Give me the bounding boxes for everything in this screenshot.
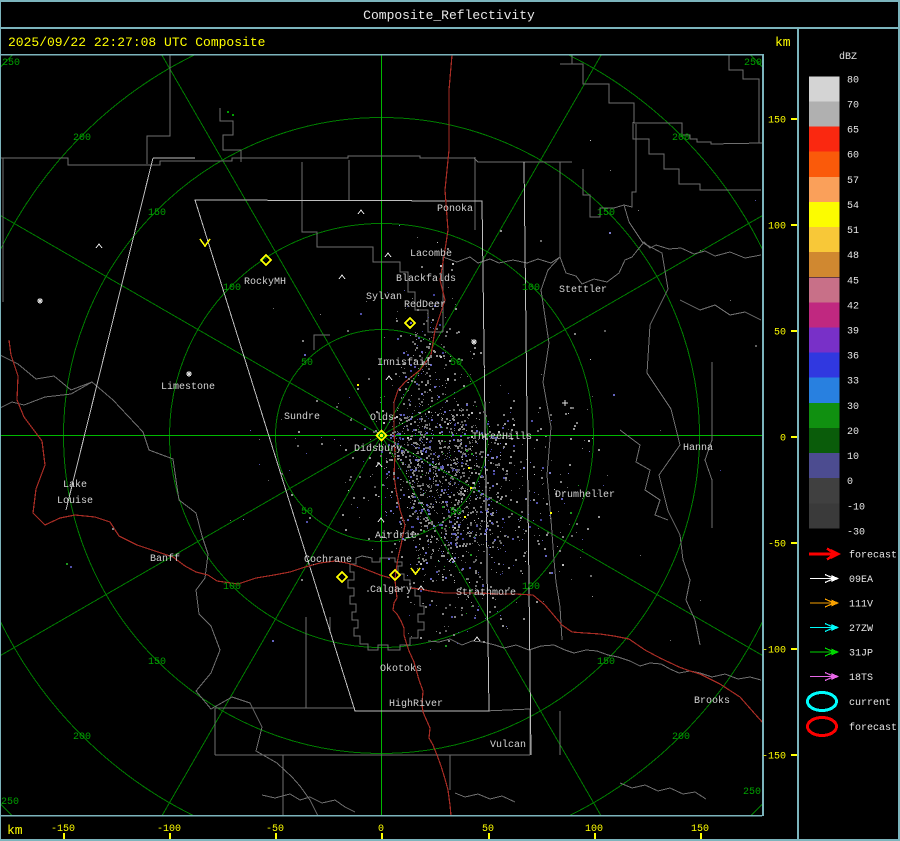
svg-text:150: 150: [148, 657, 166, 668]
svg-text:09EA: 09EA: [849, 575, 873, 586]
svg-text:150: 150: [768, 116, 786, 127]
svg-text:RedDeer: RedDeer: [404, 299, 446, 311]
svg-text:Sundre: Sundre: [284, 411, 320, 423]
svg-text:250: 250: [2, 58, 20, 69]
svg-text:250: 250: [744, 58, 762, 69]
svg-text:70: 70: [847, 100, 859, 111]
svg-text:Louise: Louise: [57, 495, 93, 507]
svg-text:Lake: Lake: [63, 479, 87, 491]
svg-text:RockyMH: RockyMH: [244, 276, 286, 288]
svg-text:Banff: Banff: [150, 553, 180, 565]
svg-text:50: 50: [450, 507, 462, 518]
svg-text:-150: -150: [762, 752, 786, 763]
svg-text:54: 54: [847, 201, 859, 212]
svg-text:-30: -30: [847, 528, 865, 539]
svg-text:Cochrane: Cochrane: [304, 554, 352, 566]
svg-text:forecast: forecast: [849, 550, 897, 562]
svg-text:65: 65: [847, 126, 859, 137]
svg-text:Limestone: Limestone: [161, 381, 215, 393]
svg-text:57: 57: [847, 176, 859, 187]
svg-text:HighRiver: HighRiver: [389, 698, 443, 710]
svg-text:Okotoks: Okotoks: [380, 663, 422, 675]
svg-text:45: 45: [847, 276, 859, 287]
svg-text:51: 51: [847, 226, 859, 237]
svg-text:42: 42: [847, 301, 859, 312]
svg-text:Composite_Reflectivity: Composite_Reflectivity: [363, 8, 535, 23]
svg-text:200: 200: [73, 732, 91, 743]
svg-text:48: 48: [847, 251, 859, 262]
svg-text:50: 50: [450, 358, 462, 369]
svg-text:Strathmore: Strathmore: [456, 587, 516, 599]
svg-text:dBZ: dBZ: [839, 51, 857, 63]
svg-text:100: 100: [522, 582, 540, 593]
svg-text:250: 250: [1, 797, 19, 808]
svg-text:Hanna: Hanna: [683, 443, 713, 454]
svg-text:ThreeHills: ThreeHills: [472, 431, 532, 443]
svg-text:Olds: Olds: [370, 412, 394, 424]
svg-text:150: 150: [597, 208, 615, 219]
svg-text:100: 100: [223, 582, 241, 593]
svg-text:60: 60: [847, 151, 859, 162]
svg-text:100: 100: [522, 283, 540, 294]
svg-text:current: current: [849, 698, 891, 709]
svg-text:50: 50: [301, 358, 313, 369]
svg-text:-50: -50: [768, 540, 786, 551]
svg-text:Didsbury: Didsbury: [354, 443, 402, 455]
svg-text:250: 250: [743, 787, 761, 798]
svg-text:36: 36: [847, 352, 859, 363]
svg-text:Ponoka: Ponoka: [437, 203, 473, 215]
svg-text:Lacombe: Lacombe: [410, 248, 452, 260]
svg-text:50: 50: [301, 507, 313, 518]
svg-text:80: 80: [847, 75, 859, 86]
svg-text:Blackfalds: Blackfalds: [396, 273, 456, 285]
svg-text:100: 100: [223, 283, 241, 294]
svg-text:150: 150: [148, 208, 166, 219]
svg-text:Sylvan: Sylvan: [366, 291, 402, 303]
svg-text:km: km: [775, 35, 791, 50]
svg-text:forecast: forecast: [849, 722, 897, 734]
svg-text:39: 39: [847, 327, 859, 338]
svg-text:31JP: 31JP: [849, 649, 873, 660]
svg-text:200: 200: [73, 133, 91, 144]
svg-text:200: 200: [672, 133, 690, 144]
svg-text:18TS: 18TS: [849, 673, 873, 684]
svg-text:0: 0: [780, 434, 786, 445]
svg-text:Innisfail: Innisfail: [377, 357, 431, 369]
svg-text:27ZW: 27ZW: [849, 624, 873, 635]
svg-text:20: 20: [847, 427, 859, 438]
svg-text:100: 100: [768, 222, 786, 233]
svg-text:Drumheller: Drumheller: [555, 489, 615, 501]
svg-text:km: km: [7, 823, 23, 838]
svg-text:200: 200: [672, 732, 690, 743]
svg-text:Brooks: Brooks: [694, 695, 730, 707]
svg-text:150: 150: [597, 657, 615, 668]
svg-text:10: 10: [847, 452, 859, 463]
svg-text:111V: 111V: [849, 600, 873, 611]
svg-text:50: 50: [774, 328, 786, 339]
svg-text:-100: -100: [762, 646, 786, 657]
svg-text:33: 33: [847, 377, 859, 388]
svg-text:-10: -10: [847, 502, 865, 513]
svg-text:Vulcan: Vulcan: [490, 739, 526, 751]
svg-text:Calgary: Calgary: [370, 584, 412, 596]
svg-text:30: 30: [847, 402, 859, 413]
svg-text:Stettler: Stettler: [559, 284, 607, 296]
svg-text:Airdrie: Airdrie: [375, 530, 417, 542]
svg-text:0: 0: [847, 477, 853, 488]
svg-text:2025/09/22 22:27:08 UTC Compos: 2025/09/22 22:27:08 UTC Composite: [8, 35, 265, 50]
